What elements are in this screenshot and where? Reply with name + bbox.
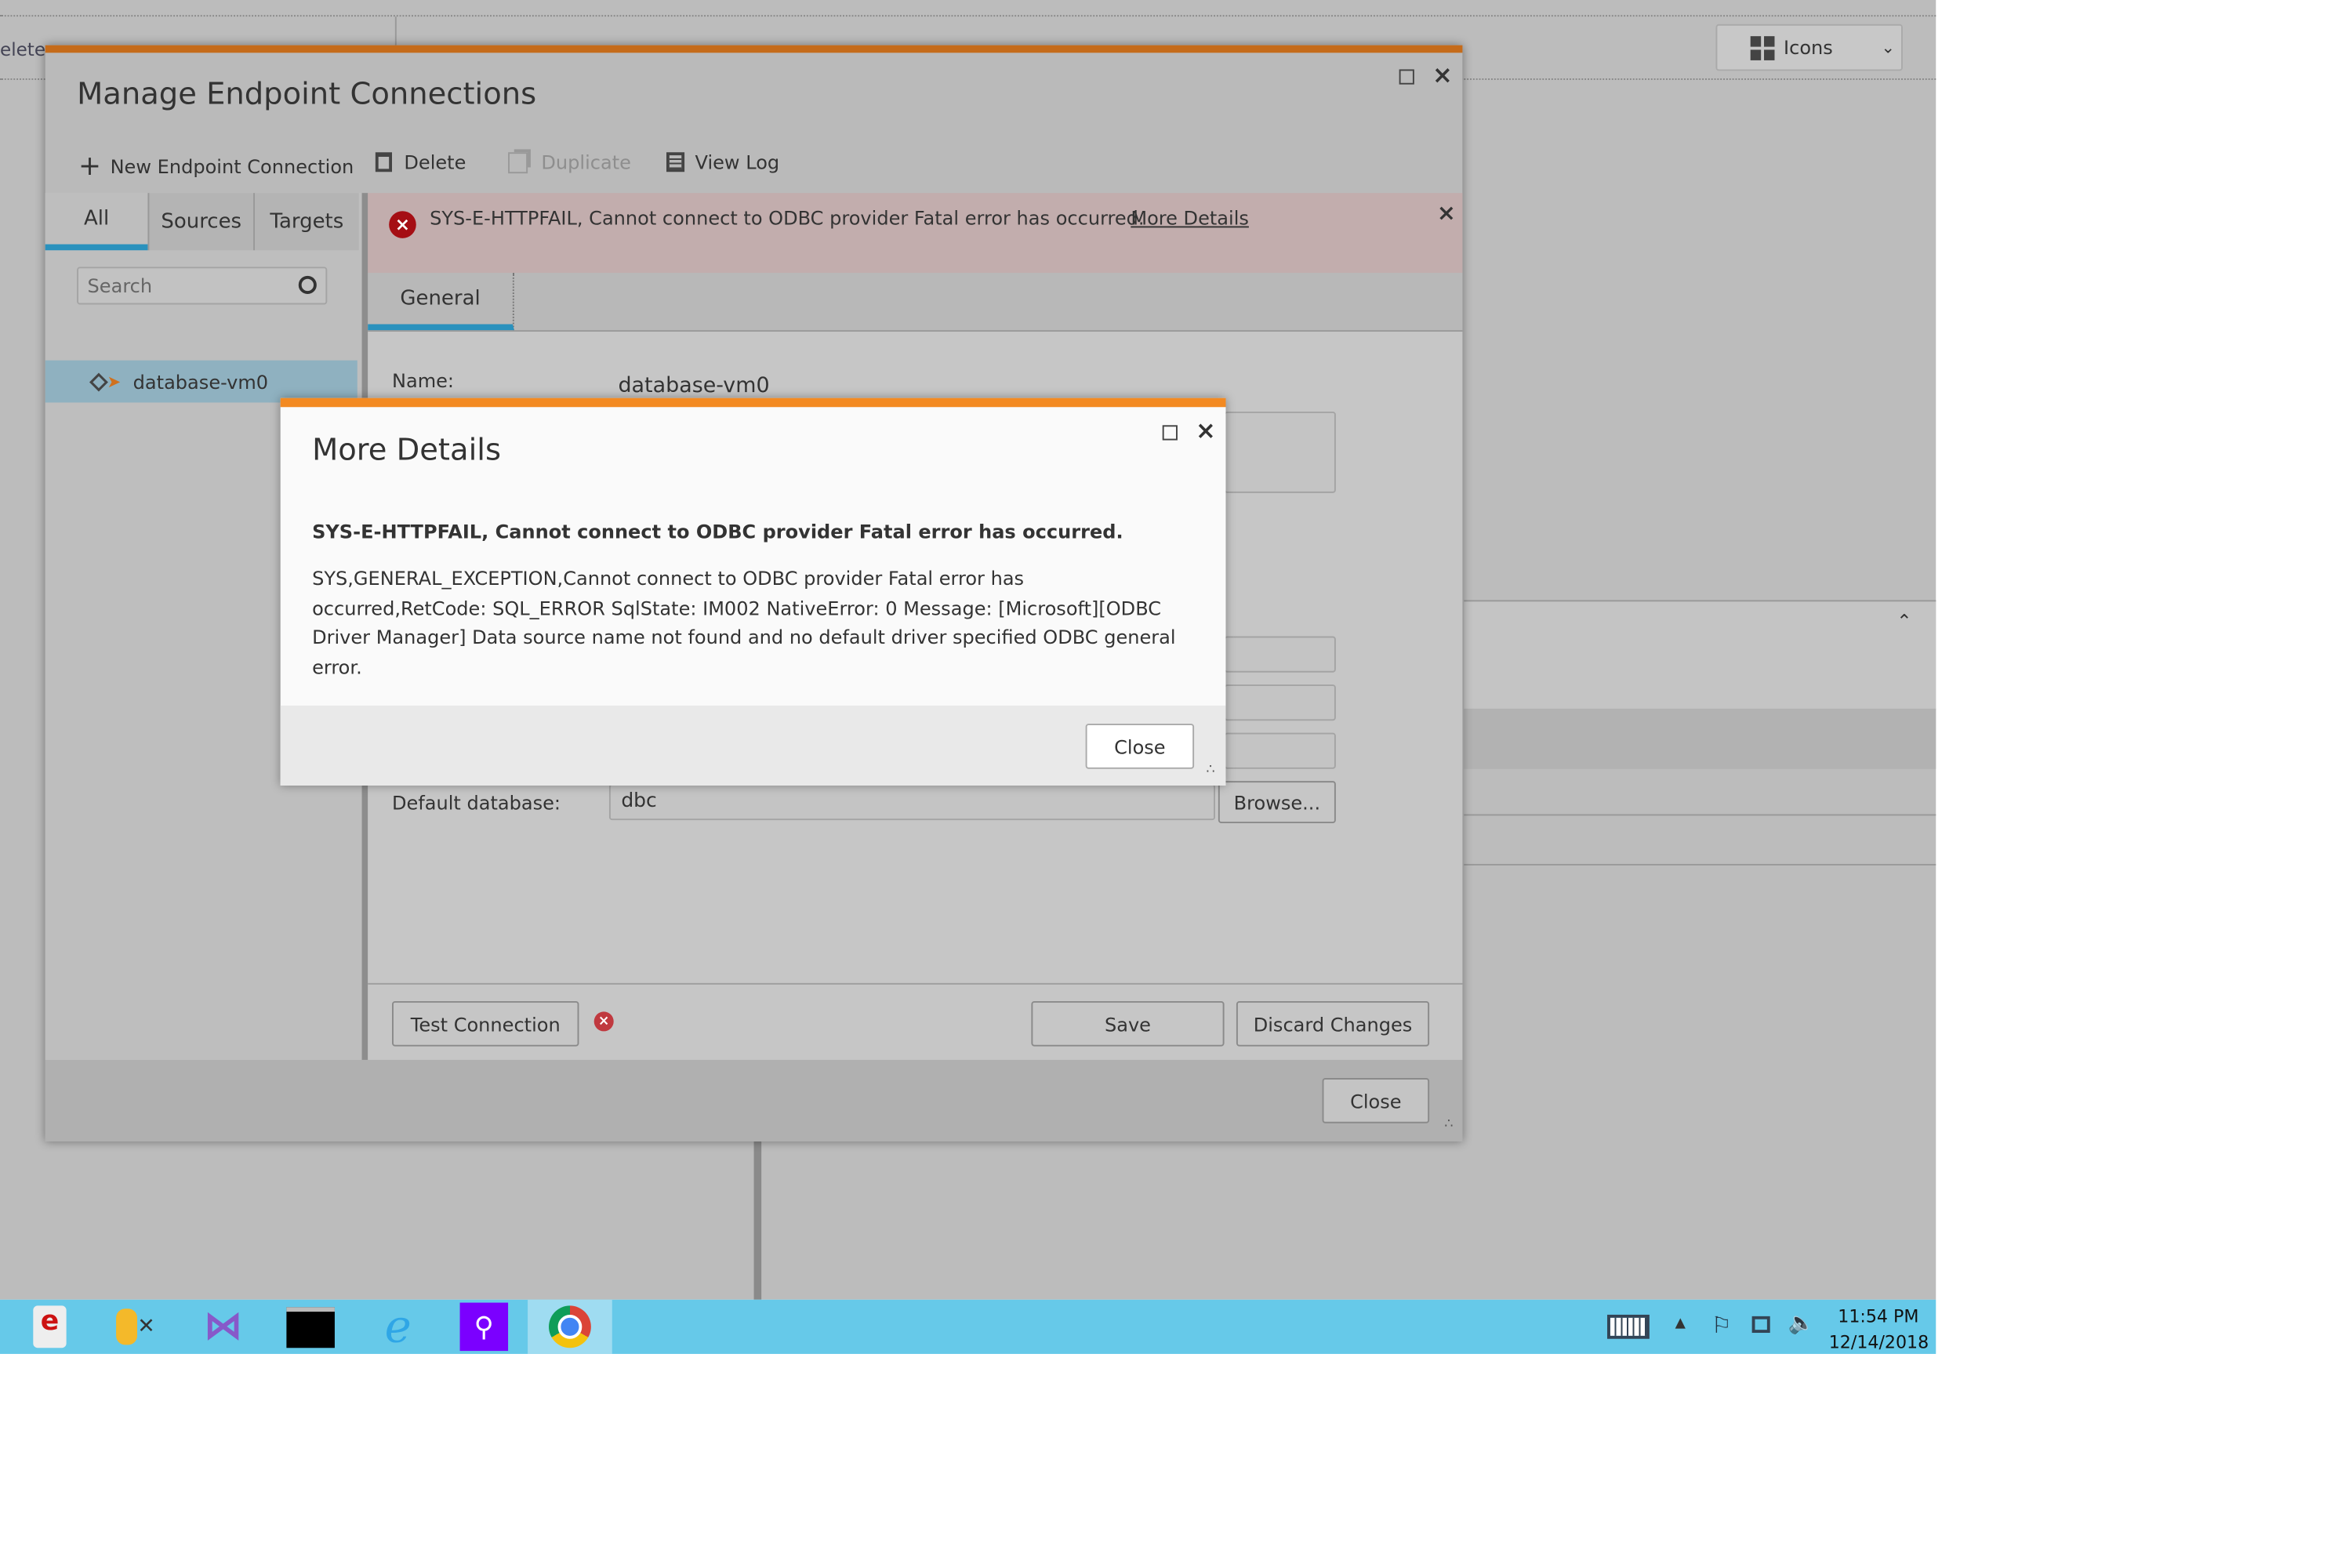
test-connection-button[interactable]: Test Connection (392, 1000, 579, 1047)
grid-icon (1750, 35, 1775, 60)
chrome-icon[interactable] (528, 1299, 612, 1354)
dialog-title: Manage Endpoint Connections (77, 75, 537, 112)
save-button[interactable]: Save (1031, 1000, 1225, 1047)
error-icon: × (389, 211, 416, 238)
keyboard-icon[interactable] (1607, 1314, 1650, 1339)
tab-targets[interactable]: Targets (253, 193, 359, 251)
view-log-button[interactable]: View Log (666, 151, 779, 173)
dismiss-banner-icon[interactable]: × (1437, 199, 1456, 227)
network-icon[interactable] (1751, 1316, 1770, 1334)
error-body: SYS,GENERAL_EXCEPTION,Cannot connect to … (312, 567, 1176, 678)
server-field[interactable] (1224, 636, 1336, 673)
resize-grip-icon[interactable]: ∴ (1206, 763, 1214, 778)
log-icon (666, 152, 685, 172)
flag-icon[interactable]: ⚐ (1711, 1312, 1732, 1339)
chevron-down-icon: ⌄ (1881, 38, 1896, 58)
admin-tools-icon[interactable]: ✕ (93, 1300, 178, 1354)
more-details-close-button[interactable]: Close (1085, 724, 1195, 769)
speaker-muted-icon[interactable]: 🔈 (1788, 1312, 1815, 1336)
username-field[interactable] (1224, 684, 1336, 721)
error-headline: SYS-E-HTTPFAIL, Cannot connect to ODBC p… (312, 520, 1123, 543)
view-dropdown-label: Icons (1784, 36, 1833, 60)
description-field[interactable] (1224, 412, 1336, 493)
search-input[interactable]: Search (77, 267, 328, 305)
close-icon[interactable]: × (1196, 416, 1216, 445)
close-button[interactable]: Close (1322, 1078, 1430, 1123)
duplicate-icon (508, 151, 528, 173)
terminal-icon[interactable] (268, 1300, 353, 1354)
show-hidden-icons-icon[interactable]: ▲ (1675, 1316, 1686, 1331)
delete-button[interactable]: Delete (375, 151, 466, 173)
search-app-icon[interactable]: ⚲ (441, 1300, 526, 1354)
tab-all[interactable]: All (45, 193, 148, 251)
maximize-icon[interactable] (1399, 69, 1414, 85)
password-field[interactable] (1224, 732, 1336, 769)
resize-grip-icon[interactable]: ∴ (1444, 1117, 1453, 1132)
clock-date[interactable]: 12/14/2018 (1829, 1331, 1929, 1352)
plus-icon: + (78, 151, 102, 183)
maximize-icon[interactable] (1162, 425, 1178, 441)
tab-general[interactable]: General (368, 273, 514, 331)
clock-time[interactable]: 11:54 PM (1838, 1305, 1918, 1327)
collapsible-panel: ⌃ (1464, 600, 1936, 710)
more-details-link[interactable]: More Details (1131, 206, 1249, 229)
new-endpoint-button[interactable]: + New Endpoint Connection (78, 151, 354, 182)
arrow-right-icon: ➤ (107, 372, 122, 392)
discard-changes-button[interactable]: Discard Changes (1236, 1000, 1430, 1047)
splitter[interactable] (753, 1141, 762, 1300)
search-icon[interactable] (298, 275, 317, 295)
toolbar-fragment: elete (0, 39, 46, 60)
name-value[interactable]: database-vm0 (618, 374, 769, 398)
default-database-input[interactable]: dbc (608, 784, 1216, 821)
error-banner: × SYS-E-HTTPFAIL, Cannot connect to ODBC… (368, 193, 1463, 274)
more-details-title: More Details (312, 431, 502, 468)
chevron-up-icon[interactable]: ⌃ (1896, 611, 1911, 632)
trash-icon (375, 152, 393, 172)
database-endpoint-icon (89, 372, 108, 391)
more-details-dialog: More Details × SYS-E-HTTPFAIL, Cannot co… (280, 397, 1226, 786)
close-icon[interactable]: × (1432, 60, 1453, 89)
endpoint-list-item[interactable]: ➤ database-vm0 (45, 360, 358, 403)
replicate-app-icon[interactable]: e (8, 1300, 93, 1354)
visual-studio-icon[interactable]: ⋈ (181, 1300, 266, 1354)
tab-sources[interactable]: Sources (147, 193, 254, 251)
test-failed-icon: × (593, 1011, 614, 1032)
internet-explorer-icon[interactable]: e (356, 1300, 441, 1354)
view-dropdown[interactable]: Icons ⌄ (1715, 24, 1903, 71)
duplicate-button[interactable]: Duplicate (508, 151, 631, 173)
browse-button[interactable]: Browse... (1218, 781, 1336, 824)
